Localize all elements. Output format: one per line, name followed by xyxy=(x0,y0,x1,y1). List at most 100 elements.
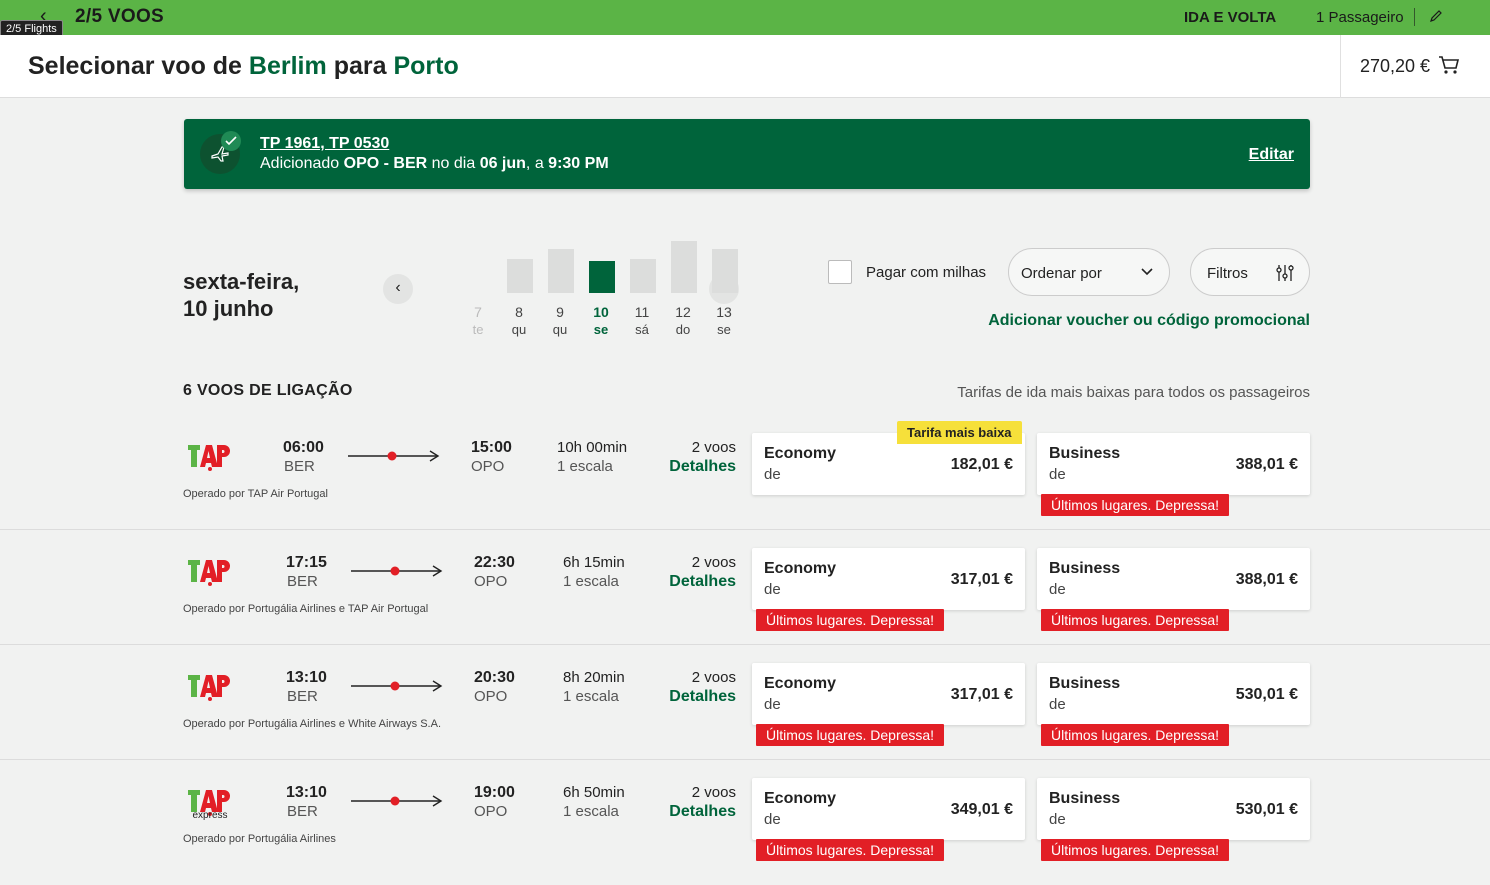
pay-with-miles-label: Pagar com milhas xyxy=(866,264,987,281)
selected-date-label: sexta-feira, 10 junho xyxy=(183,268,299,322)
departure-airport: BER xyxy=(287,573,318,590)
economy-fare-card[interactable]: Economy de 317,01 € xyxy=(752,548,1025,610)
details-link[interactable]: Detalhes xyxy=(660,688,736,706)
arrival-airport: OPO xyxy=(471,458,505,475)
fare-price: 317,01 € xyxy=(950,686,1013,703)
fare-class: Business xyxy=(1049,675,1121,692)
date-prefix: no dia xyxy=(431,155,476,172)
flight-stops: 1 escala xyxy=(563,803,619,820)
flight-stops: 1 escala xyxy=(563,688,619,705)
fare-from-label: de xyxy=(1049,811,1066,828)
cart-icon[interactable] xyxy=(1438,55,1460,75)
last-seats-badge: Últimos lugares. Depressa! xyxy=(756,609,945,631)
date-day-number[interactable]: 13 xyxy=(709,304,739,320)
business-fare-card[interactable]: Business de 530,01 € xyxy=(1037,778,1310,840)
selected-flight-numbers[interactable]: TP 1961, TP 0530 xyxy=(260,135,389,153)
fare-from-label: de xyxy=(1049,581,1066,598)
fare-class: Economy xyxy=(764,445,837,462)
date-bar[interactable] xyxy=(671,241,697,293)
details-link[interactable]: Detalhes xyxy=(660,458,736,476)
date-day-number[interactable]: 10 xyxy=(586,304,616,320)
check-icon xyxy=(221,131,241,151)
date-bar[interactable] xyxy=(507,259,533,293)
operated-by: Operado por TAP Air Portugal xyxy=(183,488,328,500)
added-prefix: Adicionado xyxy=(260,155,340,172)
last-seats-badge: Últimos lugares. Depressa! xyxy=(1041,724,1230,746)
divider xyxy=(1340,35,1341,98)
departure-airport: BER xyxy=(287,688,318,705)
fare-price: 530,01 € xyxy=(1235,801,1298,818)
selected-weekday: sexta-feira, xyxy=(183,269,300,294)
last-seats-badge: Últimos lugares. Depressa! xyxy=(1041,609,1230,631)
arrival-time: 19:00 xyxy=(474,784,515,801)
tap-logo xyxy=(188,560,230,586)
date-bar[interactable] xyxy=(630,259,656,293)
trip-type: IDA E VOLTA xyxy=(1184,9,1277,26)
departure-time: 13:10 xyxy=(286,784,327,801)
fare-from-label: de xyxy=(764,581,781,598)
departure-airport: BER xyxy=(287,803,318,820)
prev-dates-button[interactable]: ‹ xyxy=(383,274,413,304)
departure-time: 13:10 xyxy=(286,669,327,686)
fare-class: Economy xyxy=(764,790,837,807)
voucher-link[interactable]: Adicionar voucher ou código promocional xyxy=(988,312,1310,330)
arrival-airport: OPO xyxy=(474,688,508,705)
selected-date: 06 jun xyxy=(479,155,526,172)
business-fare-card[interactable]: Business de 530,01 € xyxy=(1037,663,1310,725)
business-fare-card[interactable]: Business de 388,01 € xyxy=(1037,548,1310,610)
flight-row[interactable]: 17:15 BER 22:30 OPO 6h 15min 1 escala 2 voos De… xyxy=(0,530,1490,645)
date-day-number[interactable]: 11 xyxy=(627,304,657,320)
fare-from-label: de xyxy=(1049,466,1066,483)
date-weekday: sá xyxy=(635,322,649,337)
date-bar[interactable] xyxy=(589,261,615,293)
pay-with-miles-checkbox[interactable] xyxy=(828,260,852,284)
flight-row[interactable]: 13:10 BER 20:30 OPO 8h 20min 1 escala 2 voos De… xyxy=(0,645,1490,760)
flight-duration: 6h 15min xyxy=(563,554,625,571)
fare-price: 317,01 € xyxy=(950,571,1013,588)
filters-button[interactable]: Filtros xyxy=(1190,248,1310,296)
title-mid: para xyxy=(333,52,387,80)
time-prefix: , a xyxy=(525,155,544,172)
date-weekday: te xyxy=(472,322,484,337)
edit-link[interactable]: Editar xyxy=(1249,146,1294,164)
economy-fare-card[interactable]: Economy de 349,01 € xyxy=(752,778,1025,840)
flight-duration: 8h 20min xyxy=(563,669,625,686)
date-day-number[interactable]: 12 xyxy=(668,304,698,320)
pencil-icon[interactable] xyxy=(1428,8,1444,24)
segment-count: 2 voos xyxy=(691,554,736,571)
date-day-number[interactable]: 9 xyxy=(545,304,575,320)
route-arrow-icon xyxy=(351,680,443,692)
flight-row[interactable]: express 13:10 BER 19:00 OPO 6h 50min 1 escala 2… xyxy=(0,760,1490,875)
page-header: Selecionar voo de Berlim para Porto 270,… xyxy=(0,35,1490,98)
flight-row[interactable]: 06:00 BER 15:00 OPO 10h 00min 1 escala 2 voos D… xyxy=(0,415,1490,530)
divider xyxy=(1414,8,1415,26)
date-weekday: qu xyxy=(552,322,568,337)
selected-route: OPO - BER xyxy=(343,155,428,172)
date-bar[interactable] xyxy=(548,249,574,293)
departure-time: 17:15 xyxy=(286,554,327,571)
date-day-number: 7 xyxy=(474,304,482,320)
segment-count: 2 voos xyxy=(691,784,736,801)
arrival-airport: OPO xyxy=(474,573,508,590)
progress-bar: ‹ 2/5 VOOS 2/5 Flights IDA E VOLTA 1 Pas… xyxy=(0,0,1490,38)
date-bar[interactable] xyxy=(712,249,738,293)
details-link[interactable]: Detalhes xyxy=(660,803,736,821)
fare-class: Business xyxy=(1049,560,1121,577)
fare-class: Economy xyxy=(764,675,837,692)
fare-from-label: de xyxy=(1049,696,1066,713)
date-day-number[interactable]: 8 xyxy=(504,304,534,320)
details-link[interactable]: Detalhes xyxy=(660,573,736,591)
route-arrow-icon xyxy=(351,565,443,577)
selected-time: 9:30 PM xyxy=(548,155,609,172)
page-title: Selecionar voo de Berlim para Porto xyxy=(28,52,459,81)
tap-logo xyxy=(188,445,230,471)
arrival-time: 22:30 xyxy=(474,554,515,571)
economy-fare-card[interactable]: Economy de 317,01 € xyxy=(752,663,1025,725)
sort-dropdown[interactable]: Ordenar por xyxy=(1008,248,1170,296)
cart-total[interactable]: 270,20 € xyxy=(1360,56,1430,77)
flight-duration: 10h 00min xyxy=(557,439,628,456)
selected-flight-banner: TP 1961, TP 0530 Adicionado OPO - BER no… xyxy=(184,119,1310,189)
business-fare-card[interactable]: Business de 388,01 € xyxy=(1037,433,1310,495)
lowest-fare-badge: Tarifa mais baixa xyxy=(897,421,1022,444)
flight-stops: 1 escala xyxy=(563,573,619,590)
